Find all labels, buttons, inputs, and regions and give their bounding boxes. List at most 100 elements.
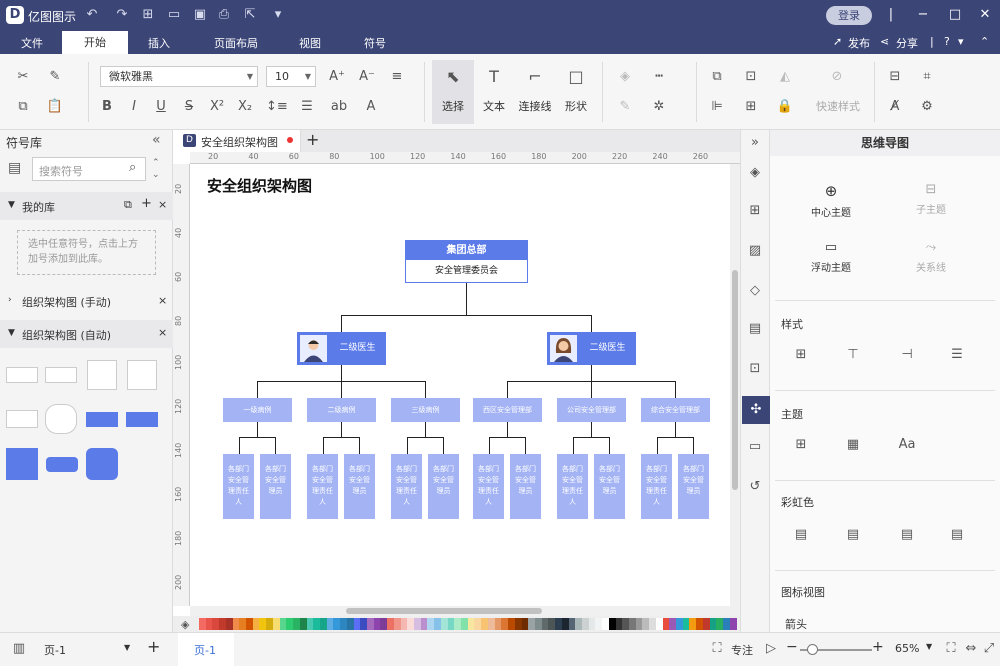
color-swatch[interactable] <box>521 618 529 630</box>
color-swatch[interactable] <box>716 618 724 630</box>
color-swatch[interactable] <box>534 618 542 630</box>
export-icon[interactable]: ⇱ <box>242 7 258 23</box>
org-chart-template[interactable] <box>45 404 77 434</box>
color-swatch[interactable] <box>501 618 509 630</box>
color-swatch[interactable] <box>259 618 267 630</box>
theme-font-icon[interactable]: Aa <box>898 436 916 454</box>
leaf-node[interactable]: 各部门安全管理责任人 <box>557 454 588 519</box>
color-swatch[interactable] <box>286 618 294 630</box>
relation-button[interactable]: ⤳ 关系线 <box>904 240 958 274</box>
library-manual-section[interactable]: › 组织架构图 (手动) × <box>0 290 173 312</box>
color-swatch[interactable] <box>481 618 488 630</box>
org-chart-template[interactable] <box>45 367 77 383</box>
leaf-node[interactable]: 各部门安全管理员 <box>344 454 375 519</box>
italic-icon[interactable]: I <box>125 98 143 116</box>
horizontal-scroll-thumb[interactable] <box>346 608 542 614</box>
color-swatch[interactable] <box>629 618 636 630</box>
help-dropdown-icon[interactable]: ▾ <box>958 35 964 48</box>
copy-icon[interactable]: ⧉ <box>14 98 32 116</box>
share-button[interactable]: 分享 <box>896 35 918 51</box>
format-painter-icon[interactable]: ✎ <box>46 68 64 86</box>
level3-node[interactable]: 公司安全管理部 <box>557 398 626 422</box>
color-swatch[interactable] <box>306 618 314 630</box>
find-replace-icon[interactable]: ⊟ <box>886 68 904 86</box>
connector-style-icon[interactable]: ⊣ <box>898 346 916 364</box>
root-node[interactable]: 集团总部 安全管理委员会 <box>405 240 528 283</box>
org-chart-template[interactable] <box>86 412 118 427</box>
share-icon[interactable]: ⋖ <box>880 35 889 48</box>
color-swatch[interactable] <box>642 618 650 630</box>
color-swatch[interactable] <box>568 618 576 630</box>
fill-bucket-icon[interactable]: ◈ <box>181 618 189 631</box>
color-swatch[interactable] <box>548 618 556 630</box>
zoom-in-button[interactable]: + <box>872 639 884 655</box>
leaf-node[interactable]: 各部门安全管理责任人 <box>223 454 254 519</box>
login-button[interactable]: 登录 <box>826 6 872 25</box>
fit-page-icon[interactable]: ⛶ <box>942 640 960 658</box>
font-size-select[interactable]: 10 ▼ <box>266 66 316 87</box>
publish-button[interactable]: 发布 <box>848 35 870 51</box>
history-panel-icon[interactable]: ↺ <box>746 478 764 496</box>
tab-file[interactable]: 文件 <box>21 35 43 51</box>
tab-home[interactable]: 开始 <box>62 31 128 54</box>
color-swatch[interactable] <box>420 618 428 630</box>
org-chart-template[interactable] <box>6 367 38 383</box>
color-swatch[interactable] <box>615 618 623 630</box>
color-swatch[interactable] <box>689 618 697 630</box>
bold-icon[interactable]: B <box>98 98 116 116</box>
rainbow-option-icon[interactable]: ▤ <box>844 526 862 544</box>
color-swatch[interactable] <box>353 618 361 630</box>
color-swatch[interactable] <box>266 618 273 630</box>
color-swatch[interactable] <box>467 618 475 630</box>
color-swatch[interactable] <box>360 618 367 630</box>
collapse-panel-icon[interactable]: « <box>152 132 161 148</box>
color-swatch[interactable] <box>279 618 287 630</box>
color-swatch[interactable] <box>682 618 690 630</box>
select-tool-button[interactable]: ⬉ 选择 <box>432 60 474 124</box>
color-swatch[interactable] <box>299 618 307 630</box>
org-chart-template[interactable] <box>127 360 157 390</box>
page-panel-icon[interactable]: ▤ <box>746 320 764 338</box>
subscript-icon[interactable]: X₂ <box>236 98 254 116</box>
color-swatch[interactable] <box>662 618 670 630</box>
color-swatch[interactable] <box>440 618 448 630</box>
color-swatch[interactable] <box>239 618 247 630</box>
bullet-list-icon[interactable]: ☰ <box>298 98 316 116</box>
add-page-button[interactable]: + <box>147 637 160 656</box>
color-swatch[interactable] <box>346 618 354 630</box>
leaf-node[interactable]: 各部门安全管理员 <box>510 454 541 519</box>
color-swatch[interactable] <box>313 618 320 630</box>
color-swatch[interactable] <box>366 618 374 630</box>
color-swatch[interactable] <box>393 618 401 630</box>
add-icon[interactable]: + <box>141 196 152 211</box>
zoom-level[interactable]: 65% <box>895 642 919 655</box>
undo-icon[interactable]: ↶ <box>84 7 100 23</box>
line-color-icon[interactable]: ✎ <box>616 98 634 116</box>
zoom-out-button[interactable]: − <box>786 639 798 655</box>
customize-quick-access-icon[interactable]: ▾ <box>270 7 286 23</box>
focus-mode-label[interactable]: 专注 <box>731 642 753 658</box>
play-icon[interactable]: ▷ <box>762 640 780 658</box>
increase-font-icon[interactable]: A⁺ <box>328 68 346 86</box>
color-swatch[interactable] <box>252 618 260 630</box>
export-library-icon[interactable]: ⧉ <box>124 198 132 212</box>
image-panel-icon[interactable]: ▨ <box>746 242 764 260</box>
shadow-effect-icon[interactable]: ✲ <box>650 98 668 116</box>
page-tab[interactable]: 页-1 <box>178 633 234 666</box>
color-swatch[interactable] <box>232 618 240 630</box>
color-swatch[interactable] <box>219 618 226 630</box>
fill-icon[interactable]: ◈ <box>616 68 634 86</box>
group-icon[interactable]: ⊡ <box>742 68 760 86</box>
color-swatch[interactable] <box>474 618 482 630</box>
color-swatch[interactable] <box>561 618 569 630</box>
line-style-icon[interactable]: ┅ <box>650 68 668 86</box>
color-swatch[interactable] <box>380 618 388 630</box>
search-field[interactable]: 搜索符号 ⌕ <box>32 157 146 181</box>
line-spacing-icon[interactable]: ↕≡ <box>266 98 288 116</box>
superscript-icon[interactable]: X² <box>208 98 226 116</box>
minimize-button[interactable]: − <box>915 7 931 23</box>
level2-node[interactable]: 二级医生 <box>547 332 636 365</box>
color-swatch[interactable] <box>454 618 462 630</box>
print-icon[interactable]: ⎙ <box>216 7 232 23</box>
decrease-font-icon[interactable]: A⁻ <box>358 68 376 86</box>
